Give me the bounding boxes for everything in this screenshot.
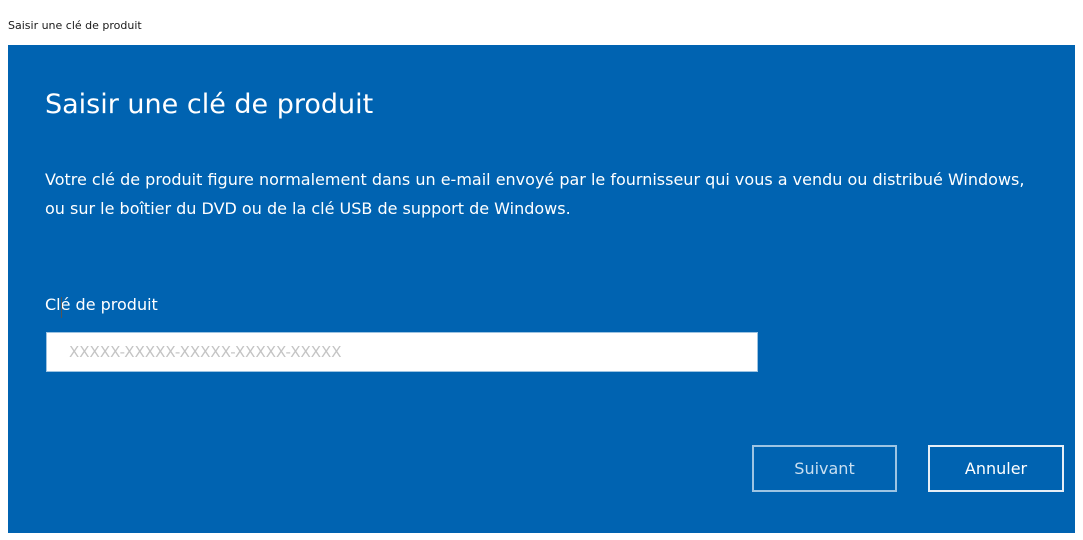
dialog-heading: Saisir une clé de produit — [45, 89, 374, 120]
product-key-dialog: Saisir une clé de produit Votre clé de p… — [8, 45, 1075, 533]
cancel-button[interactable]: Annuler — [928, 445, 1064, 492]
text-caret — [61, 297, 62, 318]
dialog-description: Votre clé de produit figure normalement … — [45, 170, 1025, 218]
window-title: Saisir une clé de produit — [8, 19, 142, 32]
product-key-input[interactable] — [46, 332, 758, 372]
next-button[interactable]: Suivant — [752, 445, 897, 492]
title-bar: Saisir une clé de produit — [0, 0, 1083, 42]
product-key-window: Saisir une clé de produit Saisir une clé… — [0, 0, 1083, 540]
